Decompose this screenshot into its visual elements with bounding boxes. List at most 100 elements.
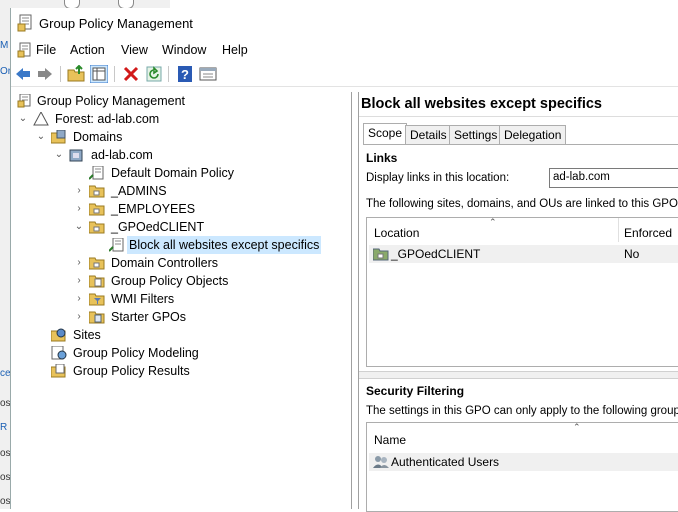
tab-settings[interactable]: Settings	[449, 125, 503, 144]
tree-item-label: _EMPLOYEES	[111, 202, 196, 216]
tree-item-label: Group Policy Objects	[111, 274, 229, 288]
column-header-enforced[interactable]: Enforced	[624, 226, 672, 240]
toolbar-separator	[114, 66, 115, 82]
system-menu-icon[interactable]	[17, 42, 33, 58]
table-row[interactable]: _GPOedCLIENT No	[369, 245, 678, 263]
tree-item-gp-modeling[interactable]: Group Policy Modeling	[11, 344, 271, 362]
tab-scope[interactable]: Scope	[363, 123, 408, 145]
background-text: M	[0, 40, 9, 51]
tree-item-block-all-websites-gpo[interactable]: Block all websites except specifics	[11, 236, 331, 254]
row-enforced: No	[624, 247, 640, 261]
expand-chevron-icon[interactable]: ›	[73, 272, 85, 290]
tree-item-domain[interactable]: ⌄ ad-lab.com	[11, 146, 271, 164]
expand-chevron-icon[interactable]: ›	[73, 182, 85, 200]
tree-item-label: Default Domain Policy	[111, 166, 234, 180]
collapse-chevron-icon[interactable]: ⌄	[53, 146, 65, 164]
background-text: ce	[0, 368, 11, 379]
expand-chevron-icon[interactable]: ›	[73, 254, 85, 272]
details-pane: Block all websites except specifics Scop…	[358, 92, 678, 512]
background-text: os	[0, 472, 11, 483]
display-links-label: Display links in this location:	[366, 172, 510, 184]
tree-item-starter-gpos[interactable]: › Starter GPOs	[11, 308, 271, 326]
linked-ous-text: The following sites, domains, and OUs ar…	[366, 198, 678, 210]
tree-item-label: Domains	[73, 130, 123, 144]
users-group-icon	[373, 456, 389, 468]
links-listview[interactable]: ⌃ Location Enforced _GPOedCLIENT No	[366, 217, 678, 367]
ou-folder-icon	[89, 257, 105, 270]
column-header-location[interactable]: Location	[374, 226, 419, 240]
table-row[interactable]: Authenticated Users	[369, 453, 678, 471]
menu-view[interactable]: View	[121, 43, 148, 57]
collapse-chevron-icon[interactable]: ⌄	[17, 110, 29, 128]
sort-up-icon: ⌃	[489, 217, 497, 227]
gpo-link-icon	[89, 166, 104, 180]
tree-item-gpmc-root[interactable]: Group Policy Management	[11, 92, 271, 110]
tree-item-wmi-filters[interactable]: › WMI Filters	[11, 290, 271, 308]
gpo-container-icon	[89, 275, 105, 288]
menu-window[interactable]: Window	[162, 43, 206, 57]
background-text: os	[0, 398, 11, 409]
sort-up-icon: ⌃	[573, 422, 581, 432]
column-header-name[interactable]: Name	[374, 433, 406, 447]
tree-item-group-policy-objects[interactable]: › Group Policy Objects	[11, 272, 271, 290]
gpmc-window: Group Policy Management File Action View…	[10, 8, 678, 512]
domains-icon	[51, 130, 66, 144]
tree-item-employees-ou[interactable]: › _EMPLOYEES	[11, 200, 271, 218]
tree-item-label: Starter GPOs	[111, 310, 187, 324]
delete-icon[interactable]	[122, 65, 140, 83]
gp-results-icon	[51, 364, 66, 378]
refresh-icon[interactable]	[145, 65, 163, 83]
scope-tab-panel: Links Display links in this location: ad…	[359, 144, 678, 512]
gpmc-app-icon	[17, 14, 32, 32]
tree-item-gp-results[interactable]: Group Policy Results	[11, 362, 271, 380]
links-heading: Links	[366, 151, 398, 165]
tree-item-domain-controllers[interactable]: › Domain Controllers	[11, 254, 271, 272]
svg-text:?: ?	[181, 67, 189, 82]
security-filtering-desc: The settings in this GPO can only apply …	[366, 405, 678, 417]
tree-item-label: Group Policy Management	[37, 94, 185, 108]
tree-item-domains[interactable]: ⌄ Domains	[11, 128, 271, 146]
background-text: os	[0, 448, 11, 459]
ou-folder-icon	[89, 185, 105, 198]
ou-folder-icon	[89, 221, 105, 234]
back-icon[interactable]	[14, 65, 32, 83]
collapse-chevron-icon[interactable]: ⌄	[35, 128, 47, 146]
expand-chevron-icon[interactable]: ›	[73, 308, 85, 326]
tree-item-label: Domain Controllers	[111, 256, 218, 270]
menu-bar: File Action View Window Help	[11, 40, 678, 60]
background-text: R	[0, 422, 8, 433]
forward-icon[interactable]	[36, 65, 54, 83]
wmi-filter-icon	[89, 293, 105, 306]
title-bar[interactable]: Group Policy Management	[11, 8, 678, 38]
tree-item-default-domain-policy[interactable]: Default Domain Policy	[11, 164, 271, 182]
tree-item-label: Group Policy Results	[73, 364, 190, 378]
tab-details[interactable]: Details	[405, 125, 452, 144]
tree-item-label: Group Policy Modeling	[73, 346, 199, 360]
up-folder-icon[interactable]	[67, 65, 85, 83]
tab-delegation[interactable]: Delegation	[499, 125, 567, 144]
expand-chevron-icon[interactable]: ›	[73, 290, 85, 308]
tree-item-sites[interactable]: Sites	[11, 326, 271, 344]
help-icon[interactable]: ?	[176, 65, 194, 83]
tree-item-forest[interactable]: ⌄ Forest: ad-lab.com	[11, 110, 271, 128]
show-hide-tree-icon[interactable]	[90, 65, 108, 83]
security-filtering-heading: Security Filtering	[366, 384, 465, 398]
expand-chevron-icon[interactable]: ›	[73, 200, 85, 218]
gpmc-icon	[17, 94, 31, 108]
column-separator[interactable]	[618, 218, 619, 242]
tree-item-gpoedclient-ou[interactable]: ⌄ _GPOedCLIENT	[11, 218, 271, 236]
security-filtering-listview[interactable]: ⌃ Name Authenticated Users	[366, 422, 678, 512]
display-links-location-dropdown[interactable]: ad-lab.com	[549, 168, 678, 188]
collapse-chevron-icon[interactable]: ⌄	[73, 218, 85, 236]
ou-folder-icon	[373, 248, 389, 261]
tree-item-label: Sites	[73, 328, 101, 342]
tree-item-admins-ou[interactable]: › _ADMINS	[11, 182, 271, 200]
domain-icon	[69, 149, 83, 162]
menu-action[interactable]: Action	[70, 43, 105, 57]
toolbar-separator	[60, 66, 61, 82]
menu-help[interactable]: Help	[222, 43, 248, 57]
menu-file[interactable]: File	[36, 43, 56, 57]
pane-splitter[interactable]	[359, 371, 678, 379]
properties-icon[interactable]	[199, 65, 217, 83]
gpo-title: Block all websites except specifics	[361, 96, 602, 112]
